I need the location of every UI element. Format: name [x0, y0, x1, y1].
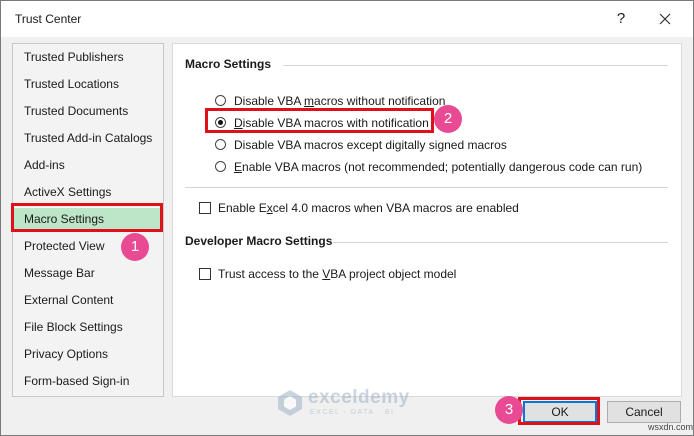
watermark-tagline: EXCEL · DATA · BI	[310, 409, 395, 416]
radio-label: Enable VBA macros (not recommended; pote…	[234, 160, 643, 174]
developer-macro-settings-heading: Developer Macro Settings	[185, 234, 333, 248]
macro-settings-panel: Macro Settings Disable VBA macros withou…	[172, 43, 682, 397]
window-title: Trust Center	[15, 12, 82, 26]
step-badge-2: 2	[434, 105, 462, 133]
watermark-name: exceldemy	[308, 387, 410, 408]
close-button[interactable]	[655, 9, 675, 29]
step-badge-3: 3	[495, 396, 523, 424]
section-divider	[283, 65, 668, 66]
watermark: exceldemy EXCEL · DATA · BI	[276, 387, 426, 419]
sidebar-item-macro-settings[interactable]: Macro Settings	[13, 208, 163, 230]
sidebar-item-message-bar[interactable]: Message Bar	[13, 262, 163, 284]
section-divider	[333, 242, 668, 243]
radio-button[interactable]	[215, 161, 226, 172]
cancel-button[interactable]: Cancel	[607, 401, 681, 423]
sidebar-item-external-content[interactable]: External Content	[13, 289, 163, 311]
sidebar-item-privacy-options[interactable]: Privacy Options	[13, 343, 163, 365]
sidebar-item-add-ins[interactable]: Add-ins	[13, 154, 163, 176]
radio-button[interactable]	[215, 139, 226, 150]
sidebar-item-activex-settings[interactable]: ActiveX Settings	[13, 181, 163, 203]
site-watermark: wsxdn.com	[648, 422, 694, 432]
radio-label: Disable VBA macros except digitally sign…	[234, 138, 507, 152]
sidebar-item-trusted-publishers[interactable]: Trusted Publishers	[13, 46, 163, 68]
macro-settings-heading: Macro Settings	[185, 57, 272, 71]
trust-center-dialog: Trust Center ? Trusted Publishers Truste…	[0, 0, 694, 436]
radio-label: Disable VBA macros without notification	[234, 94, 446, 108]
sidebar: Trusted Publishers Trusted Locations Tru…	[12, 43, 164, 397]
step-badge-1: 1	[121, 233, 149, 261]
sidebar-item-trusted-documents[interactable]: Trusted Documents	[13, 100, 163, 122]
sidebar-item-form-based-sign-in[interactable]: Form-based Sign-in	[13, 370, 163, 392]
sidebar-item-file-block-settings[interactable]: File Block Settings	[13, 316, 163, 338]
title-bar: Trust Center ?	[1, 1, 693, 37]
checkbox[interactable]	[199, 202, 211, 214]
ok-button[interactable]: OK	[523, 401, 597, 423]
checkbox-label: Trust access to the VBA project object m…	[218, 267, 457, 281]
radio-button[interactable]	[215, 95, 226, 106]
radio-button-selected[interactable]	[215, 117, 226, 128]
section-divider	[185, 187, 668, 188]
exceldemy-logo-icon	[278, 390, 302, 416]
help-button[interactable]: ?	[611, 9, 631, 29]
radio-label: Disable VBA macros with notification	[234, 116, 429, 130]
sidebar-item-trusted-locations[interactable]: Trusted Locations	[13, 73, 163, 95]
sidebar-item-trusted-add-in-catalogs[interactable]: Trusted Add-in Catalogs	[13, 127, 163, 149]
checkbox[interactable]	[199, 268, 211, 280]
close-icon	[659, 13, 671, 25]
checkbox-label: Enable Excel 4.0 macros when VBA macros …	[218, 201, 519, 215]
